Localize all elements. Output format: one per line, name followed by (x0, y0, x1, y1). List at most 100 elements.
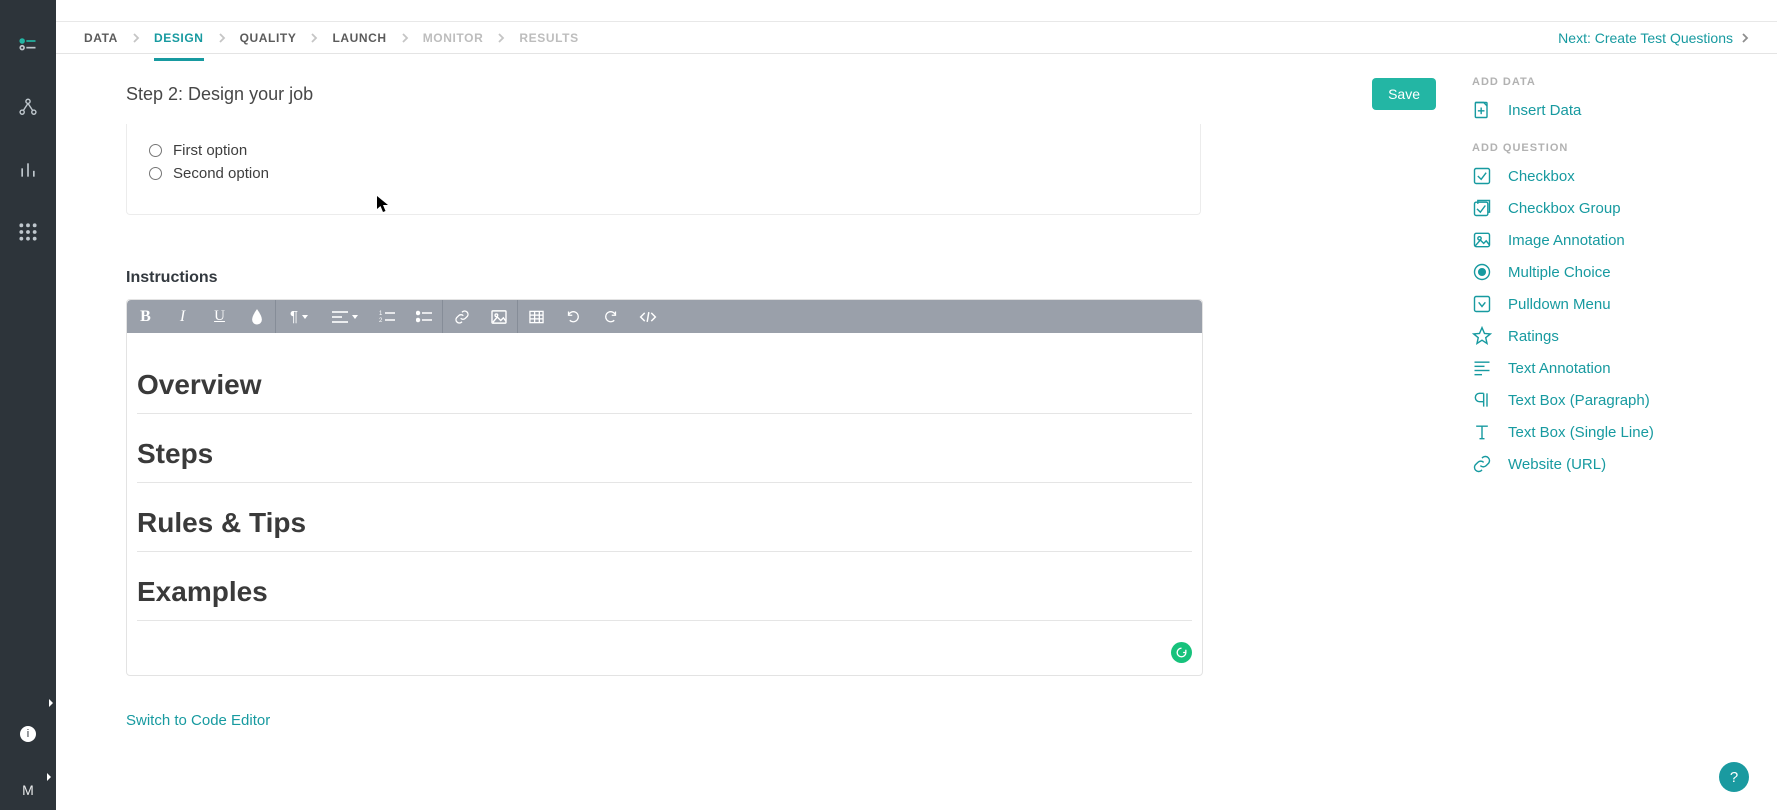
radio-input[interactable] (149, 144, 162, 157)
link-button[interactable] (443, 300, 480, 333)
save-button[interactable]: Save (1372, 78, 1436, 110)
star-icon (1472, 326, 1492, 346)
text-annotation-icon (1472, 358, 1492, 378)
radio-input[interactable] (149, 167, 162, 180)
align-button[interactable] (322, 300, 368, 333)
sidebar-item-label: Text Annotation (1508, 360, 1611, 377)
rail-analytics-icon[interactable] (16, 158, 40, 182)
sidebar-item-checkbox-group[interactable]: Checkbox Group (1472, 198, 1747, 218)
page-body: Step 2: Design your job Save First optio… (56, 54, 1777, 810)
dropdown-icon (1472, 294, 1492, 314)
chevron-right-icon (310, 33, 318, 43)
app-main: DATA DESIGN QUALITY LAUNCH MONITOR RESUL… (56, 0, 1777, 810)
editor-h-overview: Overview (137, 369, 1192, 401)
image-button[interactable] (480, 300, 517, 333)
editor-h-examples: Examples (137, 576, 1192, 608)
sidebar-item-image-annotation[interactable]: Image Annotation (1472, 230, 1747, 250)
checkbox-icon (1472, 166, 1492, 186)
rail-workflow-icon[interactable] (16, 96, 40, 120)
rail-jobs-icon[interactable] (16, 34, 40, 58)
radio-label: Second option (173, 165, 269, 182)
next-link[interactable]: Next: Create Test Questions (1558, 30, 1749, 46)
switch-to-code-link[interactable]: Switch to Code Editor (126, 712, 1436, 729)
sidebar-item-multiple-choice[interactable]: Multiple Choice (1472, 262, 1747, 282)
paragraph-icon (1472, 390, 1492, 410)
sidebar-item-label: Pulldown Menu (1508, 296, 1611, 313)
sidebar-item-textbox-para[interactable]: Text Box (Paragraph) (1472, 390, 1747, 410)
sidebar-item-insert-data[interactable]: Insert Data (1472, 100, 1747, 120)
page-title: Step 2: Design your job (126, 84, 313, 105)
instructions-heading: Instructions (126, 269, 1436, 287)
checkbox-group-icon (1472, 198, 1492, 218)
rail-apps-icon[interactable] (16, 220, 40, 244)
sidebar-item-label: Insert Data (1508, 102, 1581, 119)
info-icon[interactable]: i (20, 726, 36, 742)
app-rail: i M (0, 0, 56, 810)
grammarly-icon[interactable] (1171, 642, 1192, 663)
question-card[interactable]: First option Second option (126, 124, 1201, 215)
rich-text-editor: B I U ¶ 12 (126, 299, 1203, 676)
link-icon (1472, 454, 1492, 474)
paragraph-format-button[interactable]: ¶ (276, 300, 322, 333)
sidebar-item-checkbox[interactable]: Checkbox (1472, 166, 1747, 186)
sidebar-item-label: Checkbox (1508, 168, 1575, 185)
wf-step-quality[interactable]: QUALITY (240, 23, 297, 53)
ordered-list-button[interactable]: 12 (368, 300, 405, 333)
right-sidebar: ADD DATA Insert Data ADD QUESTION Checkb… (1472, 54, 1777, 810)
underline-button[interactable]: U (201, 300, 238, 333)
main-column: Step 2: Design your job Save First optio… (56, 54, 1472, 810)
italic-button[interactable]: I (164, 300, 201, 333)
wf-step-data[interactable]: DATA (84, 23, 118, 53)
radio-option-2[interactable]: Second option (149, 165, 1178, 182)
sidebar-group-title: ADD DATA (1472, 76, 1747, 88)
image-icon (1472, 230, 1492, 250)
top-bar (56, 0, 1777, 22)
sidebar-item-label: Checkbox Group (1508, 200, 1621, 217)
chevron-right-icon (497, 33, 505, 43)
table-button[interactable] (518, 300, 555, 333)
chevron-right-icon (132, 33, 140, 43)
insert-data-icon (1472, 100, 1492, 120)
chevron-right-icon (218, 33, 226, 43)
sidebar-item-text-annotation[interactable]: Text Annotation (1472, 358, 1747, 378)
wf-step-design[interactable]: DESIGN (154, 23, 204, 53)
editor-h-steps: Steps (137, 438, 1192, 470)
sidebar-item-label: Ratings (1508, 328, 1559, 345)
sidebar-item-label: Text Box (Single Line) (1508, 424, 1654, 441)
sidebar-item-label: Website (URL) (1508, 456, 1606, 473)
code-view-button[interactable] (629, 300, 666, 333)
rail-info-flyout: i (20, 726, 36, 782)
editor-content[interactable]: Overview Steps Rules & Tips Examples (127, 333, 1202, 675)
editor-toolbar: B I U ¶ 12 (127, 300, 1202, 333)
rail-account-letter[interactable]: M (22, 782, 34, 798)
sidebar-item-label: Text Box (Paragraph) (1508, 392, 1650, 409)
chevron-right-icon (1741, 33, 1749, 43)
radio-label: First option (173, 142, 247, 159)
radio-option-1[interactable]: First option (149, 142, 1178, 159)
text-icon (1472, 422, 1492, 442)
bold-button[interactable]: B (127, 300, 164, 333)
color-button[interactable] (238, 300, 275, 333)
sidebar-item-pulldown[interactable]: Pulldown Menu (1472, 294, 1747, 314)
sidebar-item-ratings[interactable]: Ratings (1472, 326, 1747, 346)
unordered-list-button[interactable] (405, 300, 442, 333)
undo-button[interactable] (555, 300, 592, 333)
workflow-bar: DATA DESIGN QUALITY LAUNCH MONITOR RESUL… (56, 22, 1777, 54)
editor-h-rules: Rules & Tips (137, 507, 1192, 539)
sidebar-item-textbox-single[interactable]: Text Box (Single Line) (1472, 422, 1747, 442)
svg-text:1: 1 (379, 311, 383, 317)
redo-button[interactable] (592, 300, 629, 333)
wf-step-results[interactable]: RESULTS (519, 23, 578, 53)
wf-step-launch[interactable]: LAUNCH (332, 23, 386, 53)
sidebar-item-label: Multiple Choice (1508, 264, 1611, 281)
radio-icon (1472, 262, 1492, 282)
svg-text:2: 2 (379, 318, 383, 324)
help-button[interactable]: ? (1719, 762, 1749, 792)
wf-step-monitor[interactable]: MONITOR (423, 23, 484, 53)
sidebar-group-title: ADD QUESTION (1472, 142, 1747, 154)
next-link-label: Next: Create Test Questions (1558, 30, 1733, 46)
rail-account-flyout: M (22, 782, 34, 798)
sidebar-item-label: Image Annotation (1508, 232, 1625, 249)
sidebar-item-website[interactable]: Website (URL) (1472, 454, 1747, 474)
chevron-right-icon (401, 33, 409, 43)
